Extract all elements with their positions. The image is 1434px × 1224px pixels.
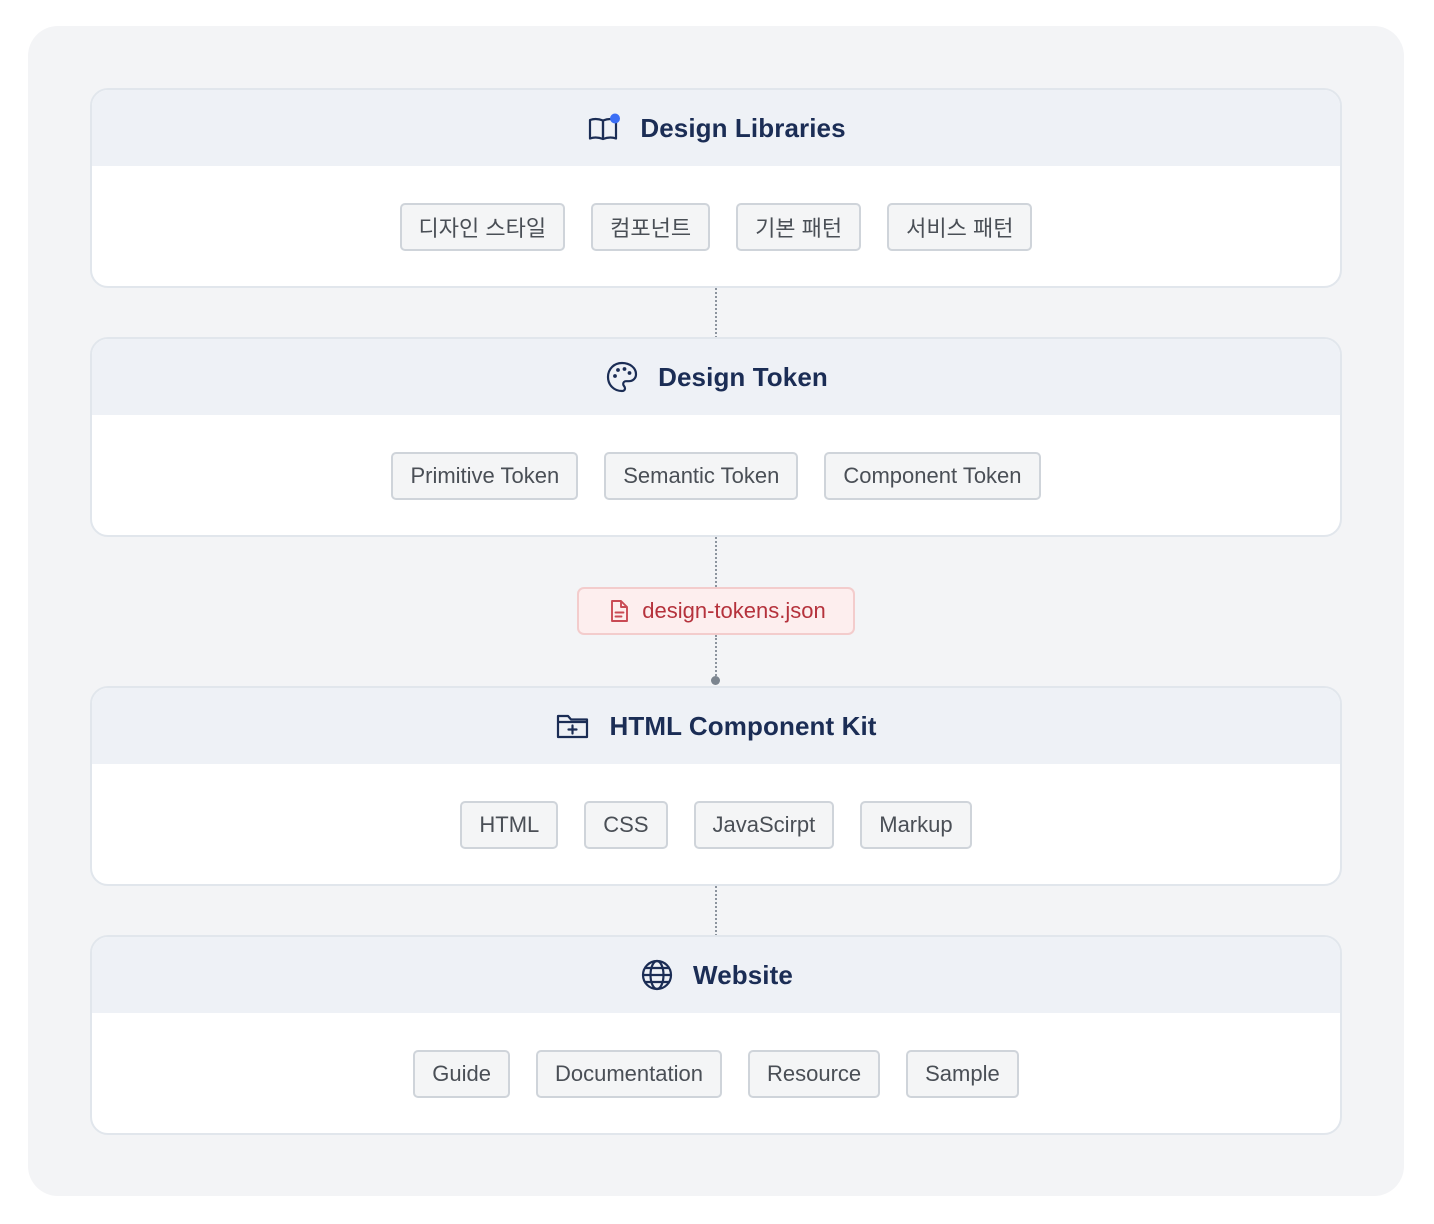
globe-icon <box>639 957 675 993</box>
item-chip[interactable]: 디자인 스타일 <box>399 203 566 251</box>
layer-card-html-component-kit: HTML Component Kit HTML CSS JavaScirpt M… <box>90 686 1342 886</box>
layer-items: 디자인 스타일 컴포넌트 기본 패턴 서비스 패턴 <box>92 166 1340 286</box>
item-chip[interactable]: Semantic Token <box>604 452 799 500</box>
connector-token-file <box>715 537 717 587</box>
layer-title: Website <box>693 959 793 990</box>
connector-kit-website <box>715 886 717 936</box>
file-label: design-tokens.json <box>642 598 826 623</box>
item-chip[interactable]: Component Token <box>824 452 1041 500</box>
connector-file-kit <box>715 635 717 679</box>
item-chip[interactable]: 기본 패턴 <box>736 203 862 251</box>
layer-header: Design Libraries <box>92 90 1340 166</box>
design-tokens-file[interactable]: design-tokens.json <box>577 587 855 635</box>
connector-libraries-token <box>715 288 717 338</box>
item-chip[interactable]: CSS <box>584 801 668 849</box>
connector-endpoint-dot <box>711 676 720 685</box>
layer-title: Design Libraries <box>640 112 846 143</box>
item-chip[interactable]: Resource <box>747 1050 881 1098</box>
item-chip[interactable]: JavaScirpt <box>693 801 835 849</box>
layer-title: Design Token <box>658 361 828 392</box>
layer-items: HTML CSS JavaScirpt Markup <box>92 764 1340 884</box>
item-chip[interactable]: 서비스 패턴 <box>887 203 1033 251</box>
layer-card-design-libraries: Design Libraries 디자인 스타일 컴포넌트 기본 패턴 서비스 … <box>90 88 1342 288</box>
layer-header: HTML Component Kit <box>92 688 1340 764</box>
layer-items: Guide Documentation Resource Sample <box>92 1013 1340 1133</box>
item-chip[interactable]: Guide <box>413 1050 510 1098</box>
folder-plus-icon <box>555 708 591 744</box>
item-chip[interactable]: Primitive Token <box>391 452 579 500</box>
layer-card-design-token: Design Token Primitive Token Semantic To… <box>90 337 1342 537</box>
item-chip[interactable]: Markup <box>860 801 972 849</box>
layer-card-website: Website Guide Documentation Resource Sam… <box>90 935 1342 1135</box>
layer-items: Primitive Token Semantic Token Component… <box>92 415 1340 535</box>
item-chip[interactable]: Documentation <box>535 1050 722 1098</box>
layer-title: HTML Component Kit <box>609 710 877 741</box>
book-open-icon <box>586 110 622 146</box>
item-chip[interactable]: Sample <box>906 1050 1019 1098</box>
layer-header: Website <box>92 937 1340 1013</box>
item-chip[interactable]: 컴포넌트 <box>591 203 711 251</box>
item-chip[interactable]: HTML <box>460 801 559 849</box>
palette-icon <box>604 359 640 395</box>
layer-header: Design Token <box>92 339 1340 415</box>
file-text-icon <box>606 598 632 624</box>
